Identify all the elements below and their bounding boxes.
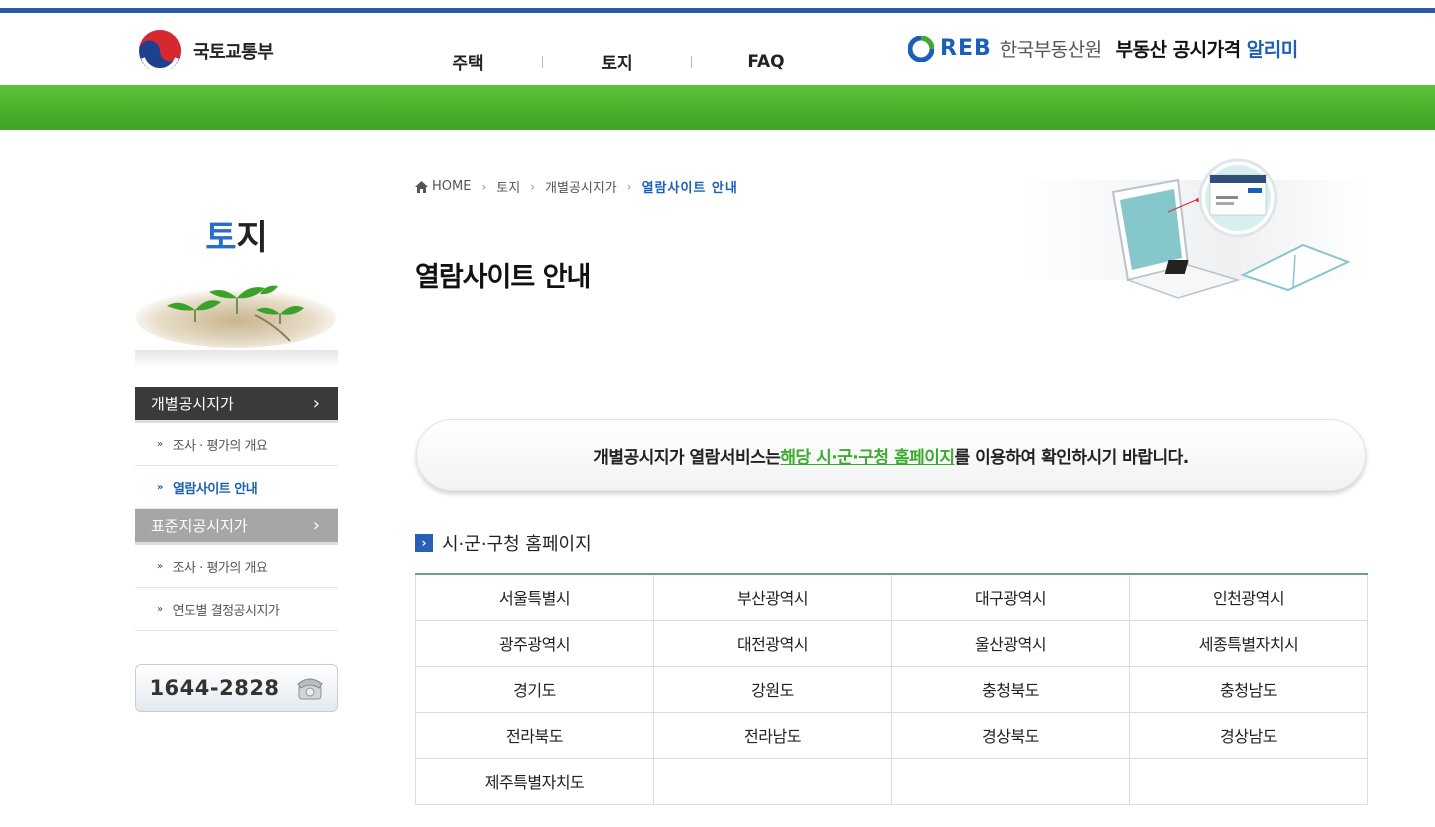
sidebar-item-label: 조사 · 평가의 개요 <box>172 560 268 576</box>
sidebar-item-label: 연도별 결정공시지가 <box>172 603 280 619</box>
notice-highlight-link[interactable]: 해당 시·군·구청 홈페이지 <box>780 443 955 468</box>
site-link-sejong[interactable]: 세종특별자치시 <box>1129 619 1368 667</box>
table-row: 제주특별자치도 <box>415 757 1368 805</box>
reb-korean-name: 한국부동산원 <box>999 39 1102 61</box>
green-banner-bar <box>0 85 1435 130</box>
call-center-box: 1644-2828 <box>135 664 338 712</box>
site-link-daegu[interactable]: 대구광역시 <box>891 573 1130 621</box>
sidebar-title-first: 토 <box>205 218 237 258</box>
sidebar-item-label: 조사 · 평가의 개요 <box>172 438 268 454</box>
reb-logo-text: REB <box>940 36 992 61</box>
table-row: 광주광역시 대전광역시 울산광역시 세종특별자치시 <box>415 619 1368 667</box>
chevron-right-icon: › <box>481 179 487 194</box>
breadcrumb-current: 열람사이트 안내 <box>641 181 738 196</box>
section-title: › 시·군·구청 홈페이지 <box>415 530 592 556</box>
site-link-incheon[interactable]: 인천광역시 <box>1129 573 1368 621</box>
nav-housing[interactable]: 주택 <box>433 49 503 74</box>
service-name-accent: 알리미 <box>1246 39 1298 61</box>
notice-text-before: 개별공시지가 열람서비스는 <box>593 447 781 468</box>
table-row: 서울특별시 부산광역시 대구광역시 인천광역시 <box>415 573 1368 621</box>
sidebar-item-standard-survey-overview[interactable]: » 조사 · 평가의 개요 <box>135 545 338 588</box>
site-link-jeonbuk[interactable]: 전라북도 <box>415 711 654 759</box>
table-row: 경기도 강원도 충청북도 충청남도 <box>415 665 1368 713</box>
arrow-box-icon: › <box>415 534 433 552</box>
table-row: 전라북도 전라남도 경상북도 경상남도 <box>415 711 1368 759</box>
table-cell-empty <box>1129 757 1368 805</box>
top-accent-line <box>0 0 1435 13</box>
home-icon <box>415 180 428 193</box>
sidebar-item-label: 열람사이트 안내 <box>172 481 258 497</box>
chevron-right-icon: › <box>530 179 535 194</box>
sidebar-item-viewing-site-guide[interactable]: » 열람사이트 안내 <box>135 466 338 509</box>
municipal-sites-table: 서울특별시 부산광역시 대구광역시 인천광역시 광주광역시 대전광역시 울산광역… <box>415 573 1368 805</box>
double-arrow-icon: » <box>157 438 163 450</box>
double-arrow-icon: » <box>157 603 163 615</box>
ministry-name: 국토교통부 <box>193 42 274 63</box>
service-name: 부동산 공시가격 알리미 <box>1115 35 1299 62</box>
sidebar-menu-label: 표준지공시지가 <box>151 517 248 535</box>
site-link-gangwon[interactable]: 강원도 <box>653 665 892 713</box>
double-arrow-icon: » <box>157 481 163 493</box>
viewing-notice-banner: 개별공시지가 열람서비스는 해당 시·군·구청 홈페이지 를 이용하여 확인하시기… <box>416 419 1366 491</box>
sprout-illustration <box>136 285 336 348</box>
sidebar-item-yearly-announced-price[interactable]: » 연도별 결정공시지가 <box>135 588 338 631</box>
sidebar-menu-label: 개별공시지가 <box>151 395 234 413</box>
sidebar-menu-standard-land-price[interactable]: 표준지공시지가 › <box>135 509 338 545</box>
site-link-gyeongnam[interactable]: 경상남도 <box>1129 711 1368 759</box>
nav-faq[interactable]: FAQ <box>731 52 801 72</box>
taeguk-emblem-icon <box>139 30 181 73</box>
site-link-ulsan[interactable]: 울산광역시 <box>891 619 1130 667</box>
site-link-chungbuk[interactable]: 충청북도 <box>891 665 1130 713</box>
laptop-illustration <box>1018 158 1368 299</box>
breadcrumb-land[interactable]: 토지 <box>496 177 520 196</box>
ministry-logo[interactable]: 국토교통부 <box>137 28 274 74</box>
page-title: 열람사이트 안내 <box>415 262 591 293</box>
service-name-prefix: 부동산 공시가격 <box>1115 39 1241 61</box>
site-header: 국토교통부 주택 토지 FAQ REB 한국부동산원 부동산 공시가격 알리미 <box>0 13 1435 85</box>
breadcrumb-home[interactable]: HOME <box>432 179 471 194</box>
site-link-chungnam[interactable]: 충청남도 <box>1129 665 1368 713</box>
call-center-number: 1644-2828 <box>149 676 280 700</box>
sidebar-item-survey-overview[interactable]: » 조사 · 평가의 개요 <box>135 423 338 466</box>
sidebar-title: 토지 <box>135 210 338 259</box>
telephone-icon <box>296 678 323 700</box>
reb-logo-icon <box>908 35 934 62</box>
site-link-daejeon[interactable]: 대전광역시 <box>653 619 892 667</box>
site-link-gwangju[interactable]: 광주광역시 <box>415 619 654 667</box>
sidebar-title-rest: 지 <box>236 218 268 258</box>
section-title-text: 시·군·구청 홈페이지 <box>442 534 592 555</box>
site-link-gyeonggi[interactable]: 경기도 <box>415 665 654 713</box>
sidebar-image-shadow <box>135 350 338 368</box>
table-cell-empty <box>891 757 1130 805</box>
breadcrumb: HOME › 토지 › 개별공시지가 › 열람사이트 안내 <box>415 177 738 196</box>
site-link-gyeongbuk[interactable]: 경상북도 <box>891 711 1130 759</box>
site-link-seoul[interactable]: 서울특별시 <box>415 573 654 621</box>
chevron-right-icon: › <box>626 179 632 194</box>
table-cell-empty <box>653 757 892 805</box>
nav-divider <box>691 55 692 68</box>
chevron-right-icon: › <box>312 393 320 414</box>
site-link-jeonnam[interactable]: 전라남도 <box>653 711 892 759</box>
sidebar-menu-individual-land-price[interactable]: 개별공시지가 › <box>135 387 338 423</box>
site-link-jeju[interactable]: 제주특별자치도 <box>415 757 654 805</box>
main-nav: 주택 토지 FAQ <box>433 49 801 75</box>
service-logo[interactable]: REB 한국부동산원 부동산 공시가격 알리미 <box>908 35 1298 62</box>
sidebar-menu: 개별공시지가 › » 조사 · 평가의 개요 » 열람사이트 안내 표준지공시지… <box>135 387 338 631</box>
breadcrumb-individual-price[interactable]: 개별공시지가 <box>545 177 617 196</box>
nav-land[interactable]: 토지 <box>582 49 652 74</box>
site-link-busan[interactable]: 부산광역시 <box>653 573 892 621</box>
chevron-right-icon: › <box>312 515 320 536</box>
double-arrow-icon: » <box>157 560 163 572</box>
nav-divider <box>542 55 543 68</box>
notice-text-after: 를 이용하여 확인하시기 바랍니다. <box>954 447 1190 468</box>
